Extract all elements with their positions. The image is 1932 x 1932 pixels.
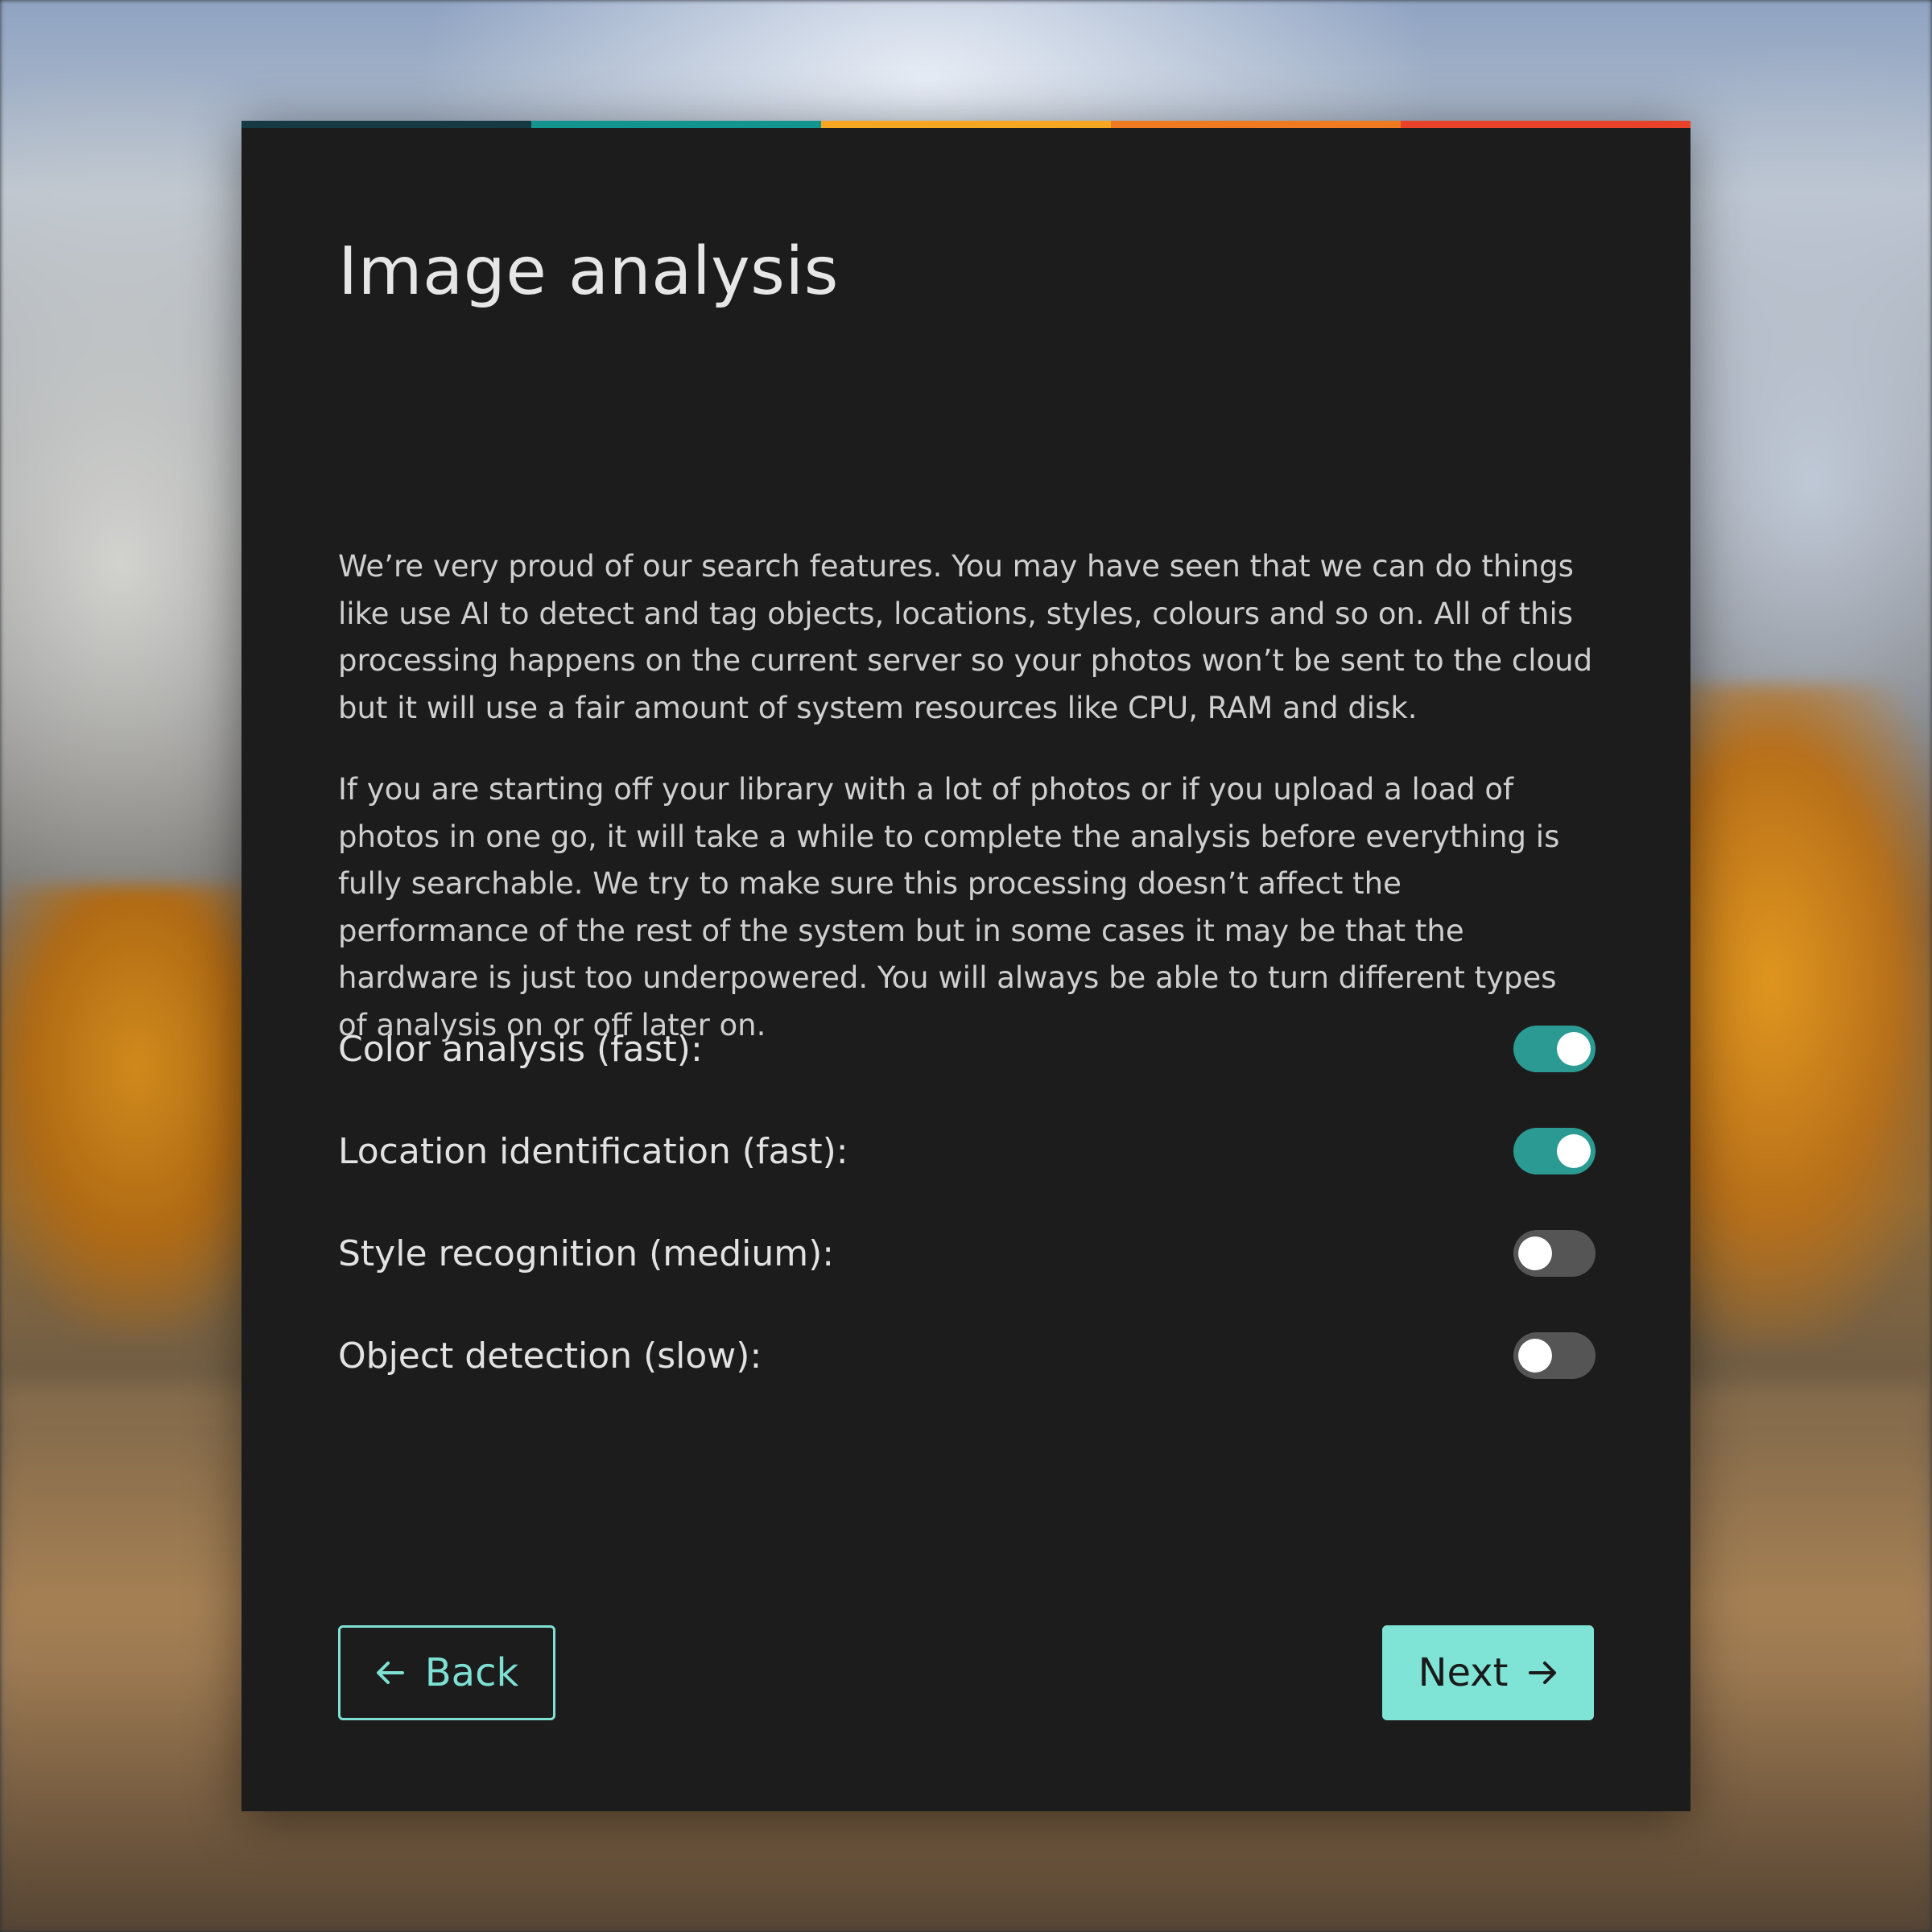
arrow-right-icon <box>1529 1662 1557 1684</box>
option-label: Style recognition (medium): <box>338 1232 835 1274</box>
toggle-knob <box>1557 1032 1591 1066</box>
toggle-knob <box>1518 1339 1552 1373</box>
stripe-segment-2 <box>531 121 821 128</box>
option-row-location-identification: Location identification (fast): <box>338 1123 1596 1179</box>
option-label: Object detection (slow): <box>338 1335 762 1377</box>
stripe-segment-3 <box>821 121 1111 128</box>
option-row-color-analysis: Color analysis (fast): <box>338 1021 1596 1077</box>
next-button[interactable]: Next <box>1382 1625 1594 1720</box>
back-button[interactable]: Back <box>338 1625 555 1720</box>
color-stripe <box>242 121 1690 128</box>
toggle-knob <box>1518 1236 1552 1270</box>
option-label: Color analysis (fast): <box>338 1028 703 1070</box>
location-identification-toggle[interactable] <box>1513 1128 1596 1174</box>
next-button-label: Next <box>1418 1650 1509 1695</box>
style-recognition-toggle[interactable] <box>1513 1230 1596 1277</box>
option-row-object-detection: Object detection (slow): <box>338 1327 1596 1384</box>
stripe-segment-5 <box>1401 121 1690 128</box>
color-analysis-toggle[interactable] <box>1513 1026 1596 1072</box>
option-row-style-recognition: Style recognition (medium): <box>338 1225 1596 1282</box>
arrow-left-icon <box>376 1662 404 1684</box>
stripe-segment-1 <box>242 121 531 128</box>
back-button-label: Back <box>424 1650 519 1695</box>
intro-paragraph-1: We’re very proud of our search features.… <box>338 549 1593 725</box>
page-title: Image analysis <box>338 233 839 310</box>
option-label: Location identification (fast): <box>338 1130 848 1172</box>
toggle-knob <box>1557 1134 1591 1168</box>
stripe-segment-4 <box>1111 121 1401 128</box>
object-detection-toggle[interactable] <box>1513 1332 1596 1379</box>
intro-paragraph-2: If you are starting off your library wit… <box>338 772 1560 1042</box>
onboarding-card: Image analysis We’re very proud of our s… <box>242 121 1690 1811</box>
